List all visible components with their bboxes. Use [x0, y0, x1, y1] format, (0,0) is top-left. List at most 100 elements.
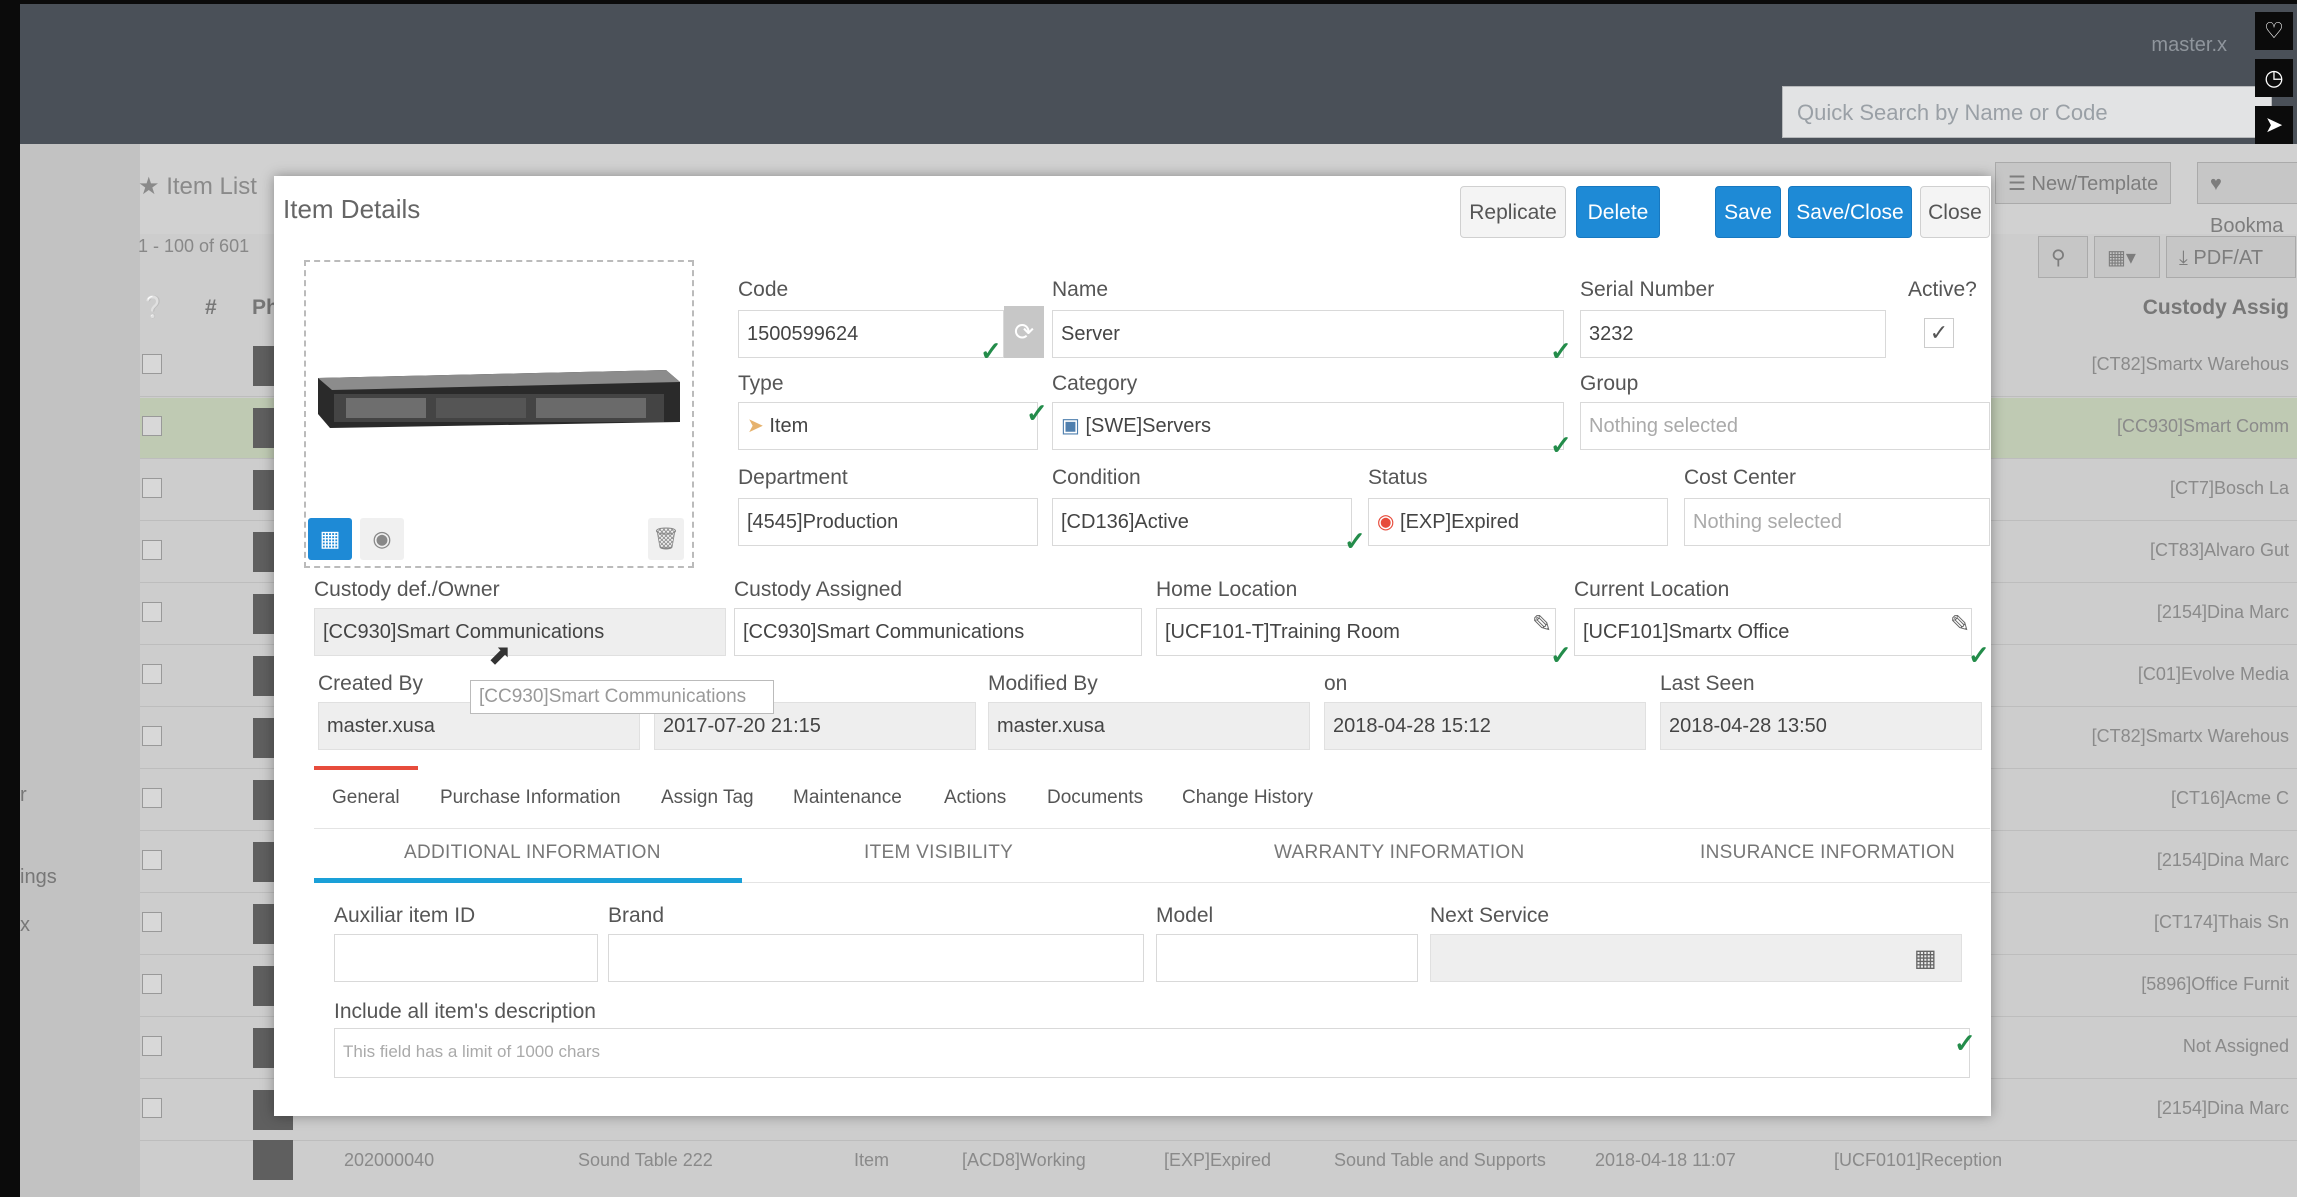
clock-icon[interactable]: ◷	[2255, 59, 2293, 97]
tab-documents[interactable]: Documents	[1047, 787, 1143, 809]
row-custody: [CC930]Smart Comm	[2116, 416, 2289, 436]
row-custody: [C01]Evolve Media	[2137, 664, 2289, 684]
home-location-label: Home Location	[1156, 578, 1298, 601]
send-icon[interactable]: ➤	[2255, 106, 2293, 144]
aux-id-field[interactable]	[334, 934, 598, 982]
new-template-button[interactable]: ☰ New/Template	[1995, 162, 2172, 204]
name-valid-check: ✓	[1550, 336, 1572, 366]
row-checkbox[interactable]	[142, 726, 162, 746]
active-checkbox[interactable]: ✓	[1924, 318, 1954, 348]
row-checkbox[interactable]	[142, 354, 162, 374]
edit-icon[interactable]: ✎	[1950, 610, 1970, 639]
tab-assign-tag[interactable]: Assign Tag	[661, 787, 754, 809]
department-label: Department	[738, 466, 848, 489]
modified-by-label: Modified By	[988, 672, 1098, 695]
subtab-item-visibility[interactable]: ITEM VISIBILITY	[864, 842, 1013, 864]
tab-purchase-information[interactable]: Purchase Information	[440, 787, 621, 809]
row-checkbox[interactable]	[142, 974, 162, 994]
aux-id-label: Auxiliar item ID	[334, 904, 476, 927]
status-select[interactable]: ◉ [EXP]Expired	[1368, 498, 1668, 546]
brand-field[interactable]	[608, 934, 1144, 982]
row-checkbox[interactable]	[142, 1036, 162, 1056]
row-checkbox[interactable]	[142, 416, 162, 436]
current-location-select[interactable]: [UCF101]Smartx Office	[1574, 608, 1972, 656]
row-checkbox[interactable]	[142, 664, 162, 684]
row-checkbox[interactable]	[142, 478, 162, 498]
camera-button[interactable]: ◉	[360, 518, 404, 560]
code-field[interactable]: 1500599624	[738, 310, 1004, 358]
save-close-button[interactable]: Save/Close	[1788, 186, 1912, 238]
category-value: [SWE]Servers	[1085, 415, 1212, 437]
column-index[interactable]: #	[205, 296, 217, 320]
image-gallery-button[interactable]: ▦	[308, 518, 352, 560]
category-label: Category	[1052, 372, 1138, 395]
user-name[interactable]: master.x	[2151, 34, 2227, 57]
bookmark-button[interactable]: ♥ Bookma	[2197, 162, 2297, 237]
tab-maintenance[interactable]: Maintenance	[793, 787, 902, 809]
row-checkbox[interactable]	[142, 912, 162, 932]
next-service-field[interactable]	[1430, 934, 1962, 982]
category-select[interactable]: ▣ [SWE]Servers	[1052, 402, 1564, 450]
type-value: Item	[769, 415, 809, 437]
modified-on-label: on	[1324, 672, 1348, 695]
save-button[interactable]: Save	[1715, 186, 1781, 238]
column-custody[interactable]: Custody Assig	[2143, 296, 2289, 320]
heart-icon[interactable]: ♡	[2255, 12, 2293, 50]
tooltip: [CC930]Smart Communications	[470, 680, 774, 714]
close-button[interactable]: Close	[1920, 186, 1990, 238]
tab-change-history[interactable]: Change History	[1182, 787, 1313, 809]
serial-field[interactable]: 3232	[1580, 310, 1886, 358]
item-list-title[interactable]: ★ Item List	[138, 172, 257, 201]
cost-center-select[interactable]: Nothing selected	[1684, 498, 1990, 546]
subtab-additional-information[interactable]: ADDITIONAL INFORMATION	[404, 842, 661, 864]
tab-actions[interactable]: Actions	[944, 787, 1006, 809]
name-label: Name	[1052, 278, 1109, 301]
item-photo[interactable]: ▦ ◉ 🗑	[304, 260, 694, 568]
row-location: [UCF0101]Reception	[1834, 1150, 2003, 1170]
condition-valid-check: ✓	[1344, 526, 1366, 556]
row-custody: [CT83]Alvaro Gut	[2149, 540, 2289, 560]
row-checkbox[interactable]	[142, 1098, 162, 1118]
condition-select[interactable]: [CD136]Active	[1052, 498, 1352, 546]
custody-assigned-select[interactable]: [CC930]Smart Communications	[734, 608, 1142, 656]
row-checkbox[interactable]	[142, 540, 162, 560]
name-field[interactable]: Server	[1052, 310, 1564, 358]
home-location-select[interactable]: [UCF101-T]Training Room	[1156, 608, 1556, 656]
grid-menu-icon[interactable]: ▦▾	[2094, 236, 2160, 278]
group-select[interactable]: Nothing selected	[1580, 402, 1990, 450]
refresh-code-icon[interactable]: ⟳	[1004, 306, 1044, 358]
row-thumbnail	[253, 1140, 293, 1180]
row-custody: [2154]Dina Marc	[2156, 602, 2289, 622]
custody-assigned-label: Custody Assigned	[734, 578, 903, 601]
row-checkbox[interactable]	[142, 602, 162, 622]
delete-button[interactable]: Delete	[1576, 186, 1660, 238]
tag-icon: ➤	[747, 415, 764, 437]
next-service-label: Next Service	[1430, 904, 1550, 927]
nav-fragment[interactable]: ings	[20, 866, 57, 889]
nav-fragment[interactable]: x	[20, 914, 30, 937]
quick-search-input[interactable]: Quick Search by Name or Code	[1782, 86, 2272, 138]
row-checkbox[interactable]	[142, 850, 162, 870]
tab-general[interactable]: General	[332, 787, 400, 809]
edit-icon[interactable]: ✎	[1532, 610, 1552, 639]
help-icon[interactable]: ❔	[140, 296, 166, 320]
department-select[interactable]: [4545]Production	[738, 498, 1038, 546]
model-label: Model	[1156, 904, 1214, 927]
delete-photo-button[interactable]: 🗑	[648, 518, 684, 560]
mouse-cursor-icon: ⬈	[488, 639, 512, 670]
search-icon[interactable]: ⚲	[2038, 236, 2088, 278]
row-checkbox[interactable]	[142, 788, 162, 808]
calendar-icon[interactable]: ▦	[1914, 944, 1937, 973]
type-select[interactable]: ➤ Item	[738, 402, 1038, 450]
pdf-button[interactable]: ⤓ PDF/AT	[2166, 236, 2296, 278]
subtab-insurance-information[interactable]: INSURANCE INFORMATION	[1700, 842, 1955, 864]
description-textarea[interactable]: This field has a limit of 1000 chars	[334, 1028, 1970, 1078]
category-valid-check: ✓	[1550, 430, 1572, 460]
description-label: Include all item's description	[334, 1000, 596, 1023]
subtab-warranty-information[interactable]: WARRANTY INFORMATION	[1274, 842, 1525, 864]
nav-fragment[interactable]: r	[20, 784, 27, 807]
custody-owner-field[interactable]: [CC930]Smart Communications	[314, 608, 726, 656]
replicate-button[interactable]: Replicate	[1460, 186, 1566, 238]
model-field[interactable]	[1156, 934, 1418, 982]
row-name: Sound Table 222	[578, 1150, 713, 1170]
